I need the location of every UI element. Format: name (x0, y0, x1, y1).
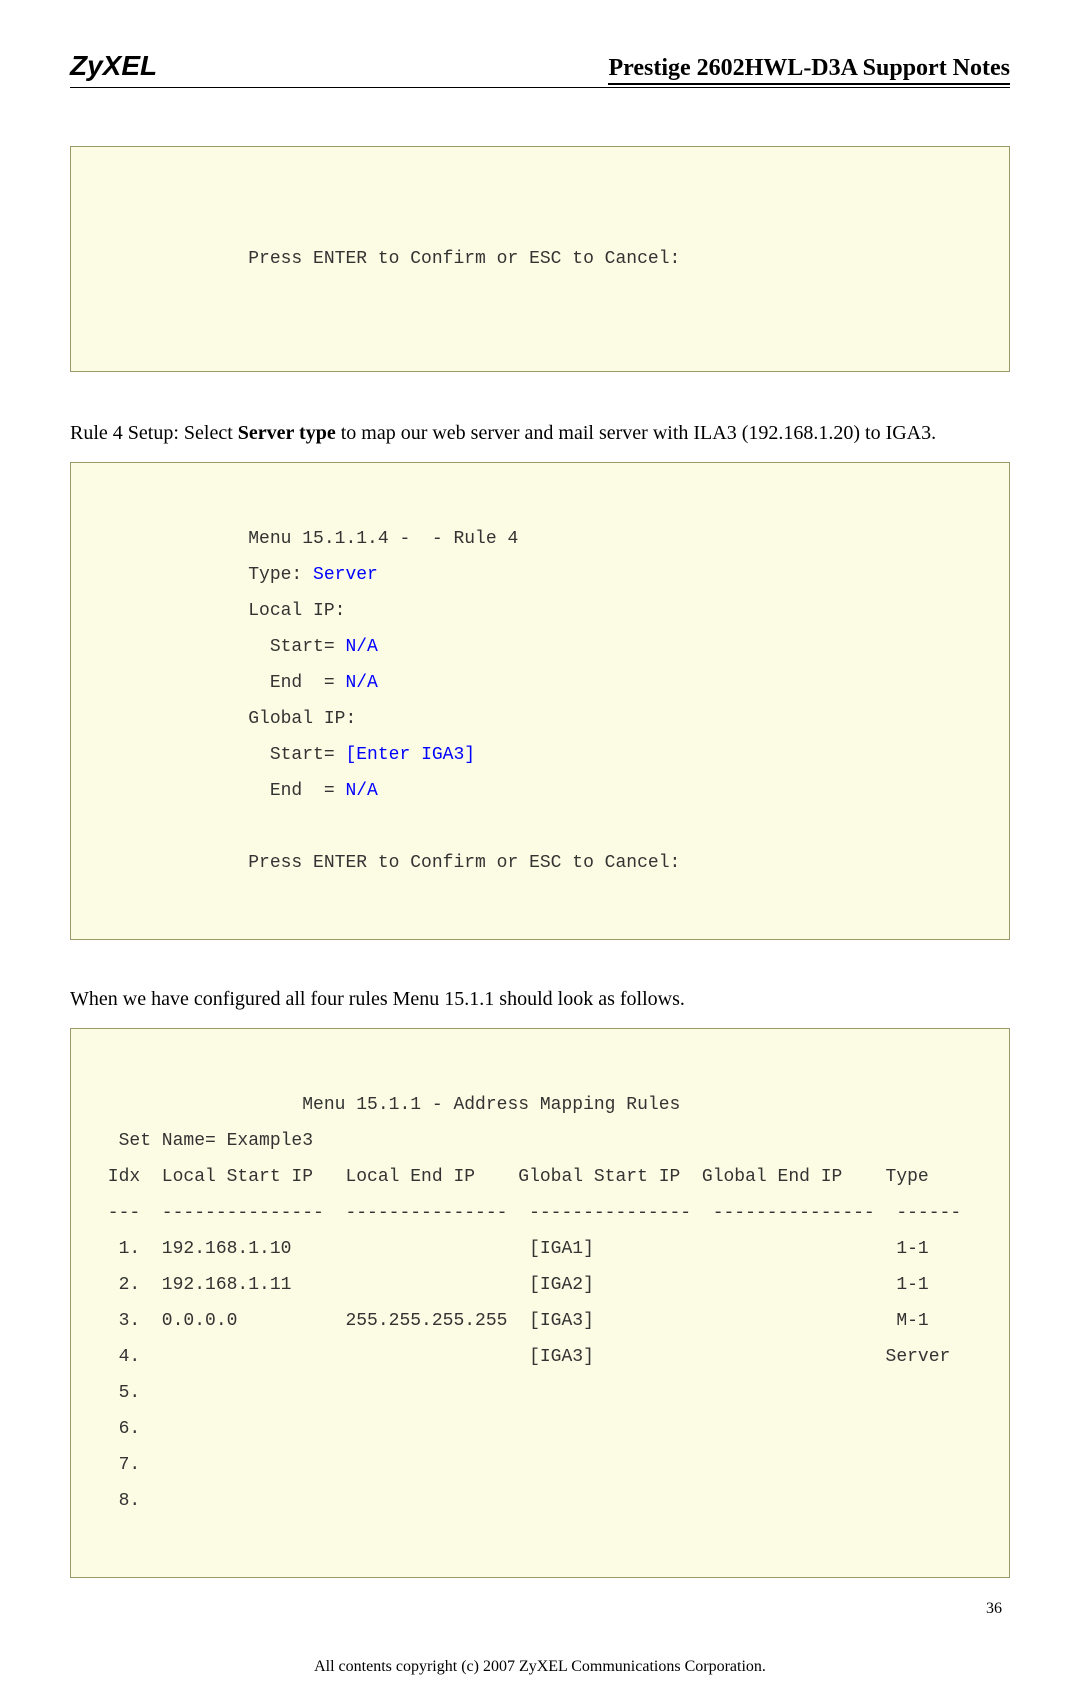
terminal-line: 3. 0.0.0.0 255.255.255.255 [IGA3] M-1 (97, 1311, 929, 1331)
terminal-line: Global IP: (97, 709, 356, 729)
terminal-line: Start= [Enter IGA3] (97, 745, 475, 765)
value-local-start: N/A (345, 637, 377, 657)
terminal-line: Start= N/A (97, 637, 378, 657)
terminal-line: Set Name= Example3 (97, 1131, 313, 1151)
terminal-line: 2. 192.168.1.11 [IGA2] 1-1 (97, 1275, 929, 1295)
doc-title: Prestige 2602HWL-D3A Support Notes (608, 55, 1010, 85)
terminal-line: Press ENTER to Confirm or ESC to Cancel: (97, 853, 680, 873)
terminal-box-mapping-rules: Menu 15.1.1 - Address Mapping Rules Set … (70, 1028, 1010, 1578)
terminal-line: --- --------------- --------------- ----… (97, 1203, 961, 1223)
terminal-line: Type: Server (97, 565, 378, 585)
page-header: ZyXEL Prestige 2602HWL-D3A Support Notes (70, 50, 1010, 88)
terminal-box-confirm-1: Press ENTER to Confirm or ESC to Cancel: (70, 146, 1010, 372)
terminal-box-rule4: Menu 15.1.1.4 - - Rule 4 Type: Server Lo… (70, 462, 1010, 940)
terminal-line: 4. [IGA3] Server (97, 1347, 950, 1367)
terminal-line: Idx Local Start IP Local End IP Global S… (97, 1167, 929, 1187)
value-global-start: [Enter IGA3] (345, 745, 475, 765)
copyright: All contents copyright (c) 2007 ZyXEL Co… (70, 1658, 1010, 1676)
terminal-line: 5. (97, 1383, 140, 1403)
terminal-line: Menu 15.1.1.4 - - Rule 4 (97, 529, 518, 549)
value-local-end: N/A (345, 673, 377, 693)
bold-server-type: Server type (238, 422, 336, 444)
terminal-line: 1. 192.168.1.10 [IGA1] 1-1 (97, 1239, 929, 1259)
terminal-line: End = N/A (97, 781, 378, 801)
terminal-line: 8. (97, 1491, 140, 1511)
terminal-line: Press ENTER to Confirm or ESC to Cancel: (97, 249, 680, 269)
logo: ZyXEL (70, 50, 157, 82)
page-number: 36 (70, 1600, 1010, 1618)
terminal-line: 7. (97, 1455, 140, 1475)
instruction-text-summary: When we have configured all four rules M… (70, 984, 1010, 1014)
terminal-line: Local IP: (97, 601, 345, 621)
terminal-line: End = N/A (97, 673, 378, 693)
terminal-line: Menu 15.1.1 - Address Mapping Rules (97, 1095, 680, 1115)
value-type: Server (313, 565, 378, 585)
terminal-line: 6. (97, 1419, 140, 1439)
value-global-end: N/A (345, 781, 377, 801)
instruction-text-rule4: Rule 4 Setup: Select Server type to map … (70, 418, 1010, 448)
